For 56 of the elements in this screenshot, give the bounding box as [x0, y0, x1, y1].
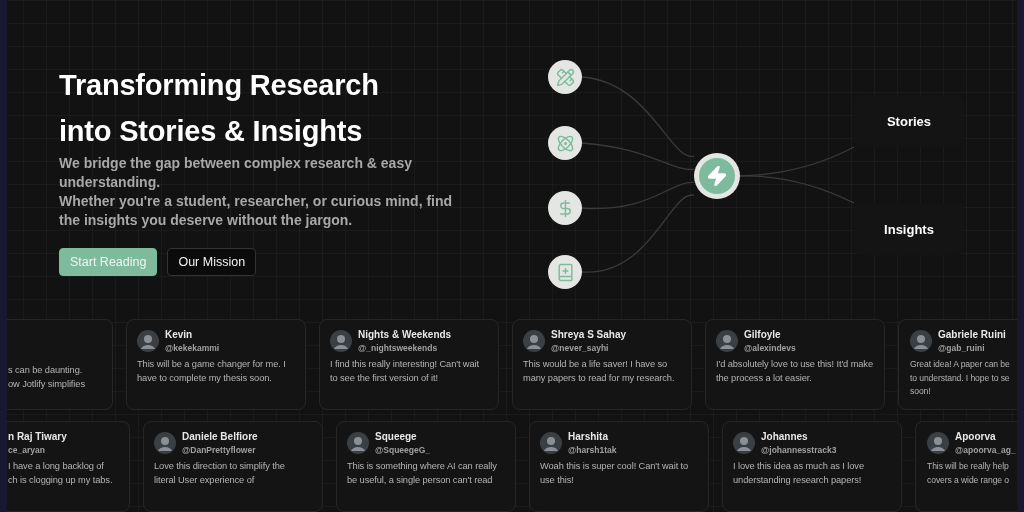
- output-label: Stories: [854, 95, 964, 147]
- testimonial-text: This will be really help covers a wide range o: [927, 460, 1010, 487]
- testimonial-text: I'd absolutely love to use this! It'd make the process a lot easier.: [716, 358, 874, 385]
- hero-title: Transforming Research: [59, 68, 380, 103]
- author-name: Shreya S Sahay: [551, 329, 627, 340]
- lightning-icon: [694, 153, 740, 199]
- author-handle: @DanPrettyflower: [182, 445, 257, 455]
- author-name: Gilfoyle: [744, 329, 782, 340]
- author-name: Squeege: [375, 431, 418, 442]
- author-handle: @harsh1tak: [568, 445, 617, 455]
- avatar: [733, 432, 755, 454]
- mission-button[interactable]: Our Mission: [167, 248, 257, 276]
- author-handle: @gab_ruini: [938, 343, 986, 353]
- hero-description: We bridge the gap between complex research & easy understanding.: [59, 154, 413, 192]
- avatar: [137, 330, 159, 352]
- author-name: Johannes: [761, 431, 809, 442]
- testimonial-text: I love this idea as much as I love understanding research papers!: [733, 460, 865, 487]
- author-handle: @never_sayhi: [551, 343, 610, 353]
- author-handle: @_nightsweekends: [358, 343, 439, 353]
- avatar: [154, 432, 176, 454]
- avatar: [347, 432, 369, 454]
- author-name: Apoorva: [955, 431, 997, 442]
- testimonial-text: Woah this is super cool! Can't wait to use this!: [540, 460, 690, 487]
- testimonial-text: I have a long backlog of ch is clogging up my tabs.: [8, 460, 114, 487]
- author-handle: @apoorva_ag_: [955, 445, 1016, 455]
- author-name: n Raj Tiwary: [8, 431, 67, 442]
- avatar: [927, 432, 949, 454]
- author-handle: @alexindevs: [744, 343, 796, 353]
- author-handle: ce_aryan: [8, 445, 46, 455]
- testimonial-text: Great idea! A paper can be to understand. I hope to se soon!: [910, 358, 1011, 398]
- author-handle: @johannesstrack3: [761, 445, 837, 455]
- author-name: Gabriele Ruini: [938, 329, 1006, 340]
- hero-description: Whether you're a student, researcher, or curious mind, find the insights you deserve without the jargon.: [59, 192, 454, 230]
- avatar: [910, 330, 932, 352]
- avatar: [330, 330, 352, 352]
- hero-title: into Stories & Insights: [59, 114, 364, 149]
- testimonial-text: This would be a life saver! I have so many papers to read for my research.: [523, 358, 676, 385]
- author-handle: @SqueegeG_: [375, 445, 431, 455]
- avatar: [540, 432, 562, 454]
- testimonial-text: This will be a game changer for me. I have to complete my thesis soon.: [137, 358, 287, 385]
- testimonial-text: I find this really interesting! Can't wait to see the first version of it!: [330, 358, 480, 385]
- testimonial-text: s can be daunting. ow Jotlify simplifies: [8, 364, 86, 391]
- author-name: Daniele Belfiore: [182, 431, 258, 442]
- testimonial-text: Love this direction to simplify the literal User experience of: [154, 460, 286, 487]
- author-handle: @kekekammi: [165, 343, 220, 353]
- output-label: Insights: [854, 203, 964, 255]
- dollar-icon: [548, 191, 582, 225]
- author-name: Kevin: [165, 329, 194, 340]
- avatar: [716, 330, 738, 352]
- atom-icon: [548, 126, 582, 160]
- pencil-ruler-icon: [548, 60, 582, 94]
- author-name: Nights & Weekends: [358, 329, 452, 340]
- notebook-plus-icon: [548, 255, 582, 289]
- avatar: [523, 330, 545, 352]
- author-name: Harshita: [568, 431, 609, 442]
- testimonial-text: This is something where AI can really be useful, a single person can't read: [347, 460, 498, 487]
